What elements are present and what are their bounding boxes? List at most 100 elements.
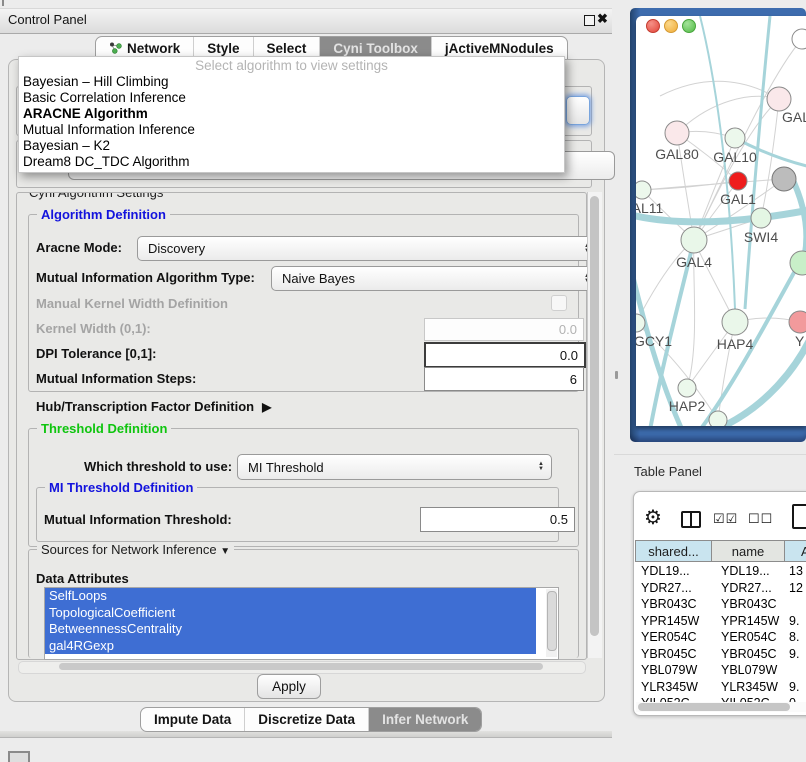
algorithm-option[interactable]: Bayesian – K2 [19,138,564,154]
network-node[interactable] [681,227,707,253]
deselect-all-checkboxes-icon[interactable]: ☐☐ [748,511,773,527]
table-cell: YDR27... [634,580,712,597]
network-node[interactable] [725,128,745,148]
table-row[interactable]: YBR043CYBR043C [634,596,806,613]
network-node[interactable] [751,208,771,228]
table-cell: YBL079W [634,662,712,679]
dropdown-placeholder: Select algorithm to view settings [19,57,564,74]
which-threshold-combo[interactable]: MI Threshold ▲▼ [237,454,552,480]
dpi-tolerance-label: DPI Tolerance [0,1]: [36,346,156,361]
attribute-list-item[interactable]: gal4RGexp [45,638,536,655]
settings-hscroll-thumb[interactable] [59,663,543,670]
table-cell: YIL052C [634,695,712,702]
column-header-name[interactable]: name [711,540,785,562]
network-node[interactable] [678,379,696,397]
aracne-mode-combo[interactable]: Discovery ▲▼ [137,236,598,261]
list-scrollbar-thumb[interactable] [547,591,557,651]
zoom-traffic-light[interactable] [682,19,696,33]
table-row[interactable]: YDL19...YDL19...13 [634,563,806,580]
algorithm-dropdown[interactable]: Select algorithm to view settings Bayesi… [18,56,565,173]
table-cell: YBR043C [634,596,712,613]
table-row[interactable]: YBL079WYBL079W [634,662,806,679]
algorithm-option[interactable]: ARACNE Algorithm [19,106,564,122]
network-node[interactable] [665,121,689,145]
tab-discretize-data[interactable]: Discretize Data [245,708,369,731]
table-row[interactable]: YPR145WYPR145W9. [634,613,806,630]
panel-splitter-handle[interactable] [615,371,618,379]
network-edge [694,240,735,322]
table-row[interactable]: YIL052CYIL052C0. [634,695,806,702]
control-panel-title: Control Panel [8,12,87,27]
network-view-window[interactable]: GALGAL80GAL10GAL1GAL11SWI4GAL4GCY1HAP4YH… [636,16,806,426]
apply-button[interactable]: Apply [257,674,321,699]
network-node[interactable] [709,411,727,426]
kernel-width-field[interactable]: 0.0 [424,318,584,341]
table-hscroll-thumb[interactable] [638,703,790,711]
mi-type-label: Mutual Information Algorithm Type: [36,270,255,285]
attribute-list-item[interactable]: TopologicalCoefficient [45,605,536,622]
minimize-traffic-light[interactable] [664,19,678,33]
collapse-arrow-icon[interactable]: ▼ [220,546,230,557]
network-node-label: GCY1 [636,333,672,349]
network-canvas[interactable]: GALGAL80GAL10GAL1GAL11SWI4GAL4GCY1HAP4YH… [636,16,806,426]
network-node[interactable] [722,309,748,335]
network-node[interactable] [767,87,791,111]
attribute-list-item[interactable]: SelfLoops [45,588,536,605]
settings-vscroll-thumb[interactable] [590,196,599,636]
tab-impute-data[interactable]: Impute Data [141,708,245,731]
sources-title: Sources for Network Inference ▼ [37,542,234,557]
network-node[interactable] [636,181,651,199]
dpi-tolerance-field[interactable]: 0.0 [424,342,586,368]
float-window-icon[interactable] [584,15,595,26]
which-threshold-label: Which threshold to use: [84,459,232,474]
data-attributes-list[interactable]: SelfLoopsTopologicalCoefficientBetweenne… [44,587,559,660]
table-row[interactable]: YBR045CYBR045C9. [634,646,806,663]
settings-horizontal-scrollbar [18,661,586,674]
table-cell: YBR043C [712,596,785,613]
table-row[interactable]: YDR27...YDR27...12 [634,580,806,597]
algorithm-option[interactable]: Basic Correlation Inference [19,90,564,106]
algorithm-combo-fragment[interactable] [566,96,590,125]
mi-threshold-field[interactable]: 0.5 [420,507,575,532]
column-header-shared[interactable]: shared... [635,540,712,562]
table-row[interactable]: YER054CYER054C8. [634,629,806,646]
network-node-label: GAL80 [655,146,699,162]
mi-threshold-group-title: MI Threshold Definition [45,480,197,495]
network-node-label: GAL1 [720,191,756,207]
table-cell: 13 [785,563,806,580]
split-columns-icon[interactable] [681,511,701,528]
close-icon[interactable]: ✖ [597,11,608,27]
control-panel-titlebar [0,8,612,34]
mi-type-combo[interactable]: Naive Bayes ▲▼ [271,266,598,291]
table-cell: YER054C [634,629,712,646]
select-all-checkboxes-icon[interactable]: ☑☑ [713,511,738,527]
table-cell: YDR27... [712,580,785,597]
manual-kernel-checkbox[interactable] [551,295,567,311]
network-node[interactable] [729,172,747,190]
mi-steps-field[interactable]: 6 [424,367,584,391]
table-row[interactable]: YLR345WYLR345W9. [634,679,806,696]
algorithm-option[interactable]: Mutual Information Inference [19,122,564,138]
column-header-partial[interactable]: A [784,540,806,562]
table-panel-separator [614,454,806,455]
manual-kernel-label: Manual Kernel Width Definition [36,296,228,311]
gear-icon[interactable]: ⚙ [644,505,662,530]
network-node[interactable] [789,311,806,333]
file-icon[interactable] [792,504,806,529]
kernel-width-label: Kernel Width (0,1): [36,321,151,336]
close-traffic-light[interactable] [646,19,660,33]
table-cell: 9. [785,679,806,696]
minimized-window-icon[interactable] [8,751,30,762]
hub-definition-expander[interactable]: Hub/Transcription Factor Definition ▶ [36,399,271,414]
algorithm-option[interactable]: Bayesian – Hill Climbing [19,74,564,90]
network-node[interactable] [772,167,796,191]
settings-group-title: Cyni Algorithm Settings [25,192,167,200]
tab-infer-network[interactable]: Infer Network [369,708,481,731]
algorithm-option[interactable]: Dream8 DC_TDC Algorithm [19,154,564,170]
network-node[interactable] [792,29,806,49]
network-node-label: GAL4 [676,254,712,270]
network-node-label: GAL11 [636,200,663,216]
table-cell: 9. [785,646,806,663]
table-cell [785,596,806,613]
attribute-list-item[interactable]: BetweennessCentrality [45,621,536,638]
